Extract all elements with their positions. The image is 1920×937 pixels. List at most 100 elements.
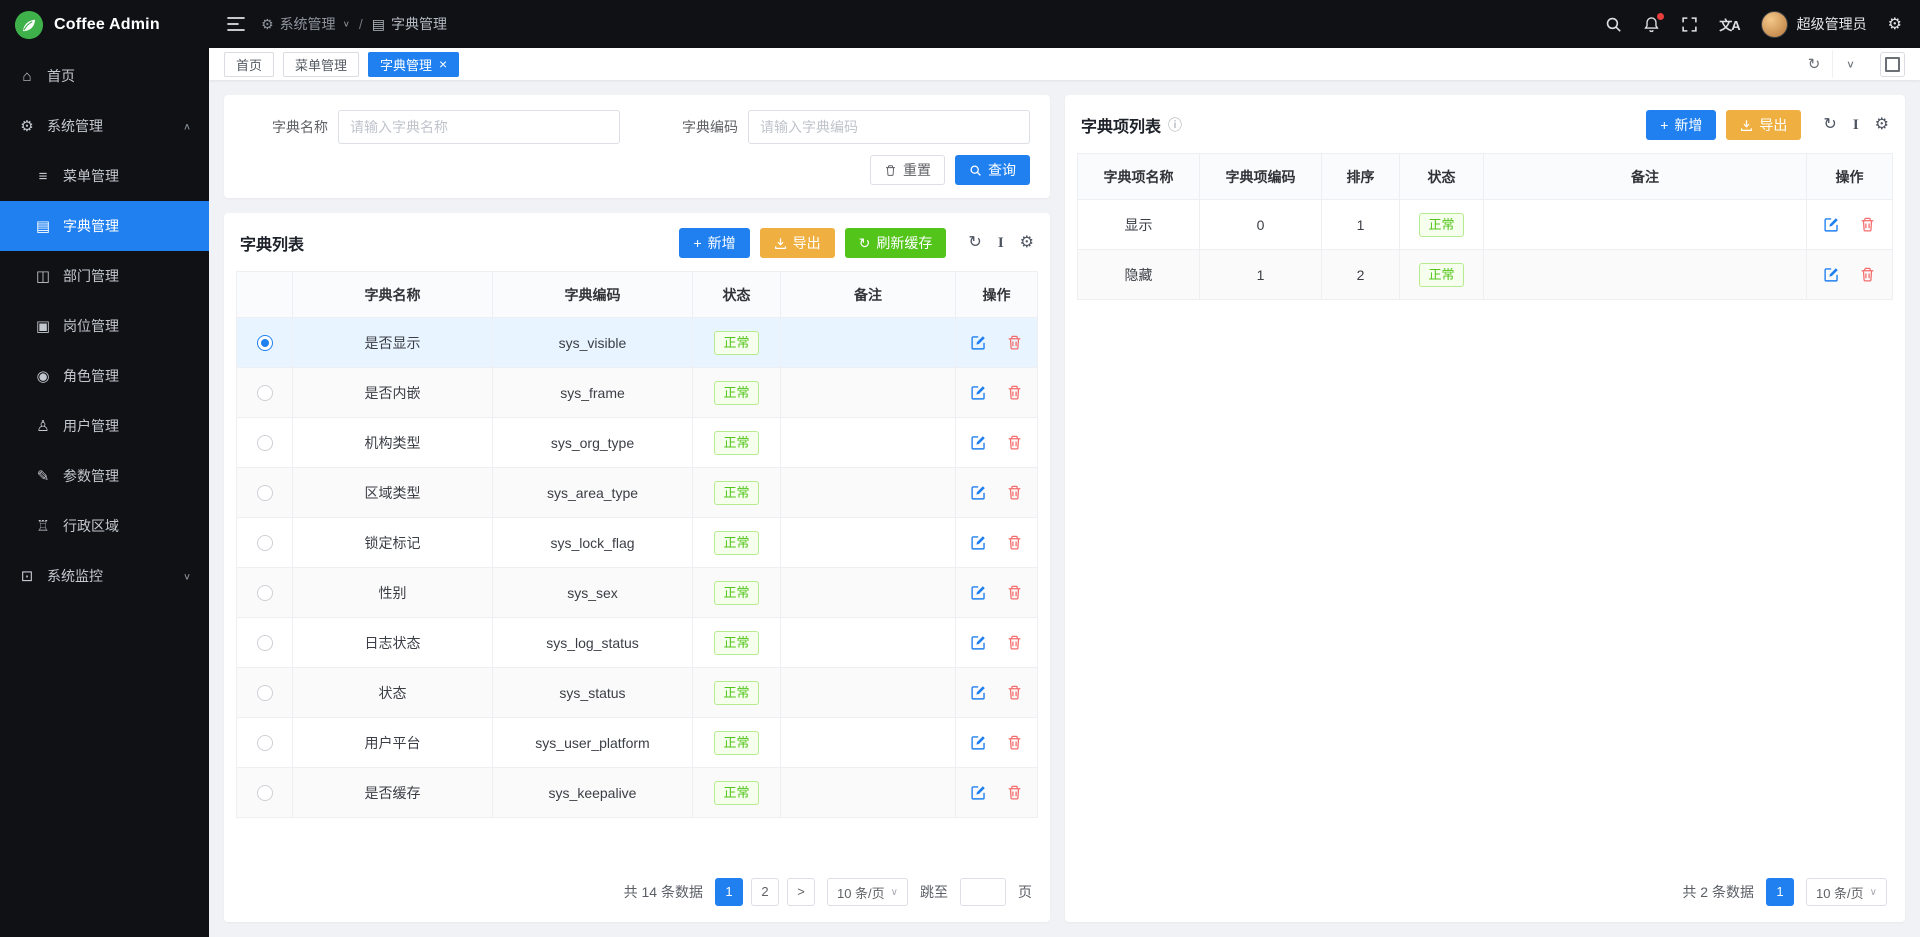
sidebar-item-param-mgmt[interactable]: ✎参数管理	[0, 451, 209, 501]
delete-icon[interactable]	[1006, 634, 1023, 651]
table-row[interactable]: 是否显示 sys_visible 正常	[237, 318, 1038, 368]
table-row[interactable]: 是否缓存 sys_keepalive 正常	[237, 768, 1038, 818]
page-button-1[interactable]: 1	[1766, 878, 1794, 906]
table-row[interactable]: 性别 sys_sex 正常	[237, 568, 1038, 618]
refresh-icon[interactable]: ↻	[1823, 117, 1836, 133]
sidebar-item-home[interactable]: ⌂首页	[0, 51, 209, 101]
tab-menu-mgmt[interactable]: 菜单管理	[283, 52, 359, 77]
tab-dict-mgmt[interactable]: 字典管理×	[368, 52, 459, 77]
edit-icon[interactable]	[970, 784, 987, 801]
breadcrumb-item-system[interactable]: ⚙系统管理∨	[261, 14, 350, 34]
sidebar-item-region-mgmt[interactable]: ♖行政区域	[0, 501, 209, 551]
select-cell	[237, 518, 293, 568]
sidebar-collapse-icon[interactable]	[227, 16, 245, 32]
delete-icon[interactable]	[1006, 684, 1023, 701]
table-row[interactable]: 区域类型 sys_area_type 正常	[237, 468, 1038, 518]
font-size-icon[interactable]: I	[998, 236, 1004, 251]
row-radio[interactable]	[257, 385, 273, 401]
row-radio[interactable]	[257, 585, 273, 601]
edit-icon[interactable]	[970, 684, 987, 701]
row-radio[interactable]	[257, 635, 273, 651]
export-item-button[interactable]: 导出	[1726, 110, 1801, 140]
tabbar-refresh-icon[interactable]: ↻	[1796, 48, 1832, 80]
edit-icon[interactable]	[970, 334, 987, 351]
breadcrumb-item-dict[interactable]: ▤字典管理	[372, 14, 447, 34]
sidebar-item-post-mgmt[interactable]: ▣岗位管理	[0, 301, 209, 351]
info-icon[interactable]: ⓘ	[1168, 115, 1182, 135]
row-radio[interactable]	[257, 785, 273, 801]
delete-icon[interactable]	[1006, 334, 1023, 351]
add-item-button[interactable]: + 新增	[1646, 110, 1716, 140]
bell-icon[interactable]	[1643, 16, 1660, 33]
row-radio[interactable]	[257, 335, 273, 351]
column-settings-gear-icon[interactable]: ⚙	[1875, 117, 1889, 133]
edit-icon[interactable]	[970, 734, 987, 751]
export-button[interactable]: 导出	[760, 228, 835, 258]
tab-home[interactable]: 首页	[224, 52, 274, 77]
delete-icon[interactable]	[1006, 784, 1023, 801]
delete-icon[interactable]	[1859, 266, 1876, 283]
dict-code-cell: sys_sex	[493, 568, 693, 618]
page-button-1[interactable]: 1	[715, 878, 743, 906]
table-row[interactable]: 机构类型 sys_org_type 正常	[237, 418, 1038, 468]
dict-name-input[interactable]	[338, 110, 620, 144]
translate-icon[interactable]: 文A	[1719, 15, 1739, 34]
add-button[interactable]: + 新增	[679, 228, 749, 258]
delete-icon[interactable]	[1859, 216, 1876, 233]
close-icon[interactable]: ×	[439, 57, 447, 71]
reset-button[interactable]: 重置	[870, 155, 945, 185]
page-button-2[interactable]: 2	[751, 878, 779, 906]
edit-icon[interactable]	[970, 534, 987, 551]
table-row[interactable]: 用户平台 sys_user_platform 正常	[237, 718, 1038, 768]
row-radio[interactable]	[257, 535, 273, 551]
dict-code-input[interactable]	[748, 110, 1030, 144]
logo[interactable]: Coffee Admin	[0, 0, 209, 49]
edit-icon[interactable]	[970, 434, 987, 451]
delete-icon[interactable]	[1006, 484, 1023, 501]
table-row[interactable]: 状态 sys_status 正常	[237, 668, 1038, 718]
edit-icon[interactable]	[970, 634, 987, 651]
sidebar-item-sys-monitor[interactable]: ⊡系统监控∨	[0, 551, 209, 601]
row-radio[interactable]	[257, 685, 273, 701]
page-size-select[interactable]: 10 条/页 ∨	[827, 878, 908, 906]
tabbar-chevron-down-icon[interactable]: ∨	[1832, 50, 1868, 77]
user-menu[interactable]: 超级管理员	[1761, 11, 1867, 38]
settings-gear-icon[interactable]: ⚙	[1888, 14, 1902, 34]
row-radio[interactable]	[257, 435, 273, 451]
sidebar-item-dept-mgmt[interactable]: ◫部门管理	[0, 251, 209, 301]
fullscreen-icon[interactable]	[1681, 16, 1698, 33]
query-button[interactable]: 查询	[955, 155, 1030, 185]
sidebar-item-system-mgmt[interactable]: ⚙系统管理∧	[0, 101, 209, 151]
jump-page-input[interactable]	[960, 878, 1006, 906]
edit-icon[interactable]	[970, 484, 987, 501]
content-fullscreen-icon[interactable]	[1880, 52, 1905, 77]
delete-icon[interactable]	[1006, 584, 1023, 601]
delete-icon[interactable]	[1006, 384, 1023, 401]
sidebar-item-dict-mgmt[interactable]: ▤字典管理	[0, 201, 209, 251]
table-row[interactable]: 锁定标记 sys_lock_flag 正常	[237, 518, 1038, 568]
edit-icon[interactable]	[970, 384, 987, 401]
sidebar-item-user-mgmt[interactable]: ♙用户管理	[0, 401, 209, 451]
search-icon[interactable]	[1605, 16, 1622, 33]
delete-icon[interactable]	[1006, 534, 1023, 551]
next-page-button[interactable]: >	[787, 878, 815, 906]
sidebar-item-menu-mgmt[interactable]: ≡菜单管理	[0, 151, 209, 201]
item-table-body: 显示 0 1 正常 隐藏 1 2 正常	[1078, 200, 1893, 300]
edit-icon[interactable]	[1823, 216, 1840, 233]
delete-icon[interactable]	[1006, 734, 1023, 751]
table-row[interactable]: 日志状态 sys_log_status 正常	[237, 618, 1038, 668]
table-row[interactable]: 显示 0 1 正常	[1078, 200, 1893, 250]
row-radio[interactable]	[257, 735, 273, 751]
page-size-select[interactable]: 10 条/页 ∨	[1806, 878, 1887, 906]
table-row[interactable]: 是否内嵌 sys_frame 正常	[237, 368, 1038, 418]
edit-icon[interactable]	[970, 584, 987, 601]
row-radio[interactable]	[257, 485, 273, 501]
refresh-cache-button[interactable]: ↻ 刷新缓存	[845, 228, 947, 258]
delete-icon[interactable]	[1006, 434, 1023, 451]
table-row[interactable]: 隐藏 1 2 正常	[1078, 250, 1893, 300]
refresh-icon[interactable]: ↻	[968, 235, 981, 251]
edit-icon[interactable]	[1823, 266, 1840, 283]
font-size-icon[interactable]: I	[1853, 118, 1859, 133]
sidebar-item-role-mgmt[interactable]: ◉角色管理	[0, 351, 209, 401]
column-settings-gear-icon[interactable]: ⚙	[1020, 235, 1034, 251]
